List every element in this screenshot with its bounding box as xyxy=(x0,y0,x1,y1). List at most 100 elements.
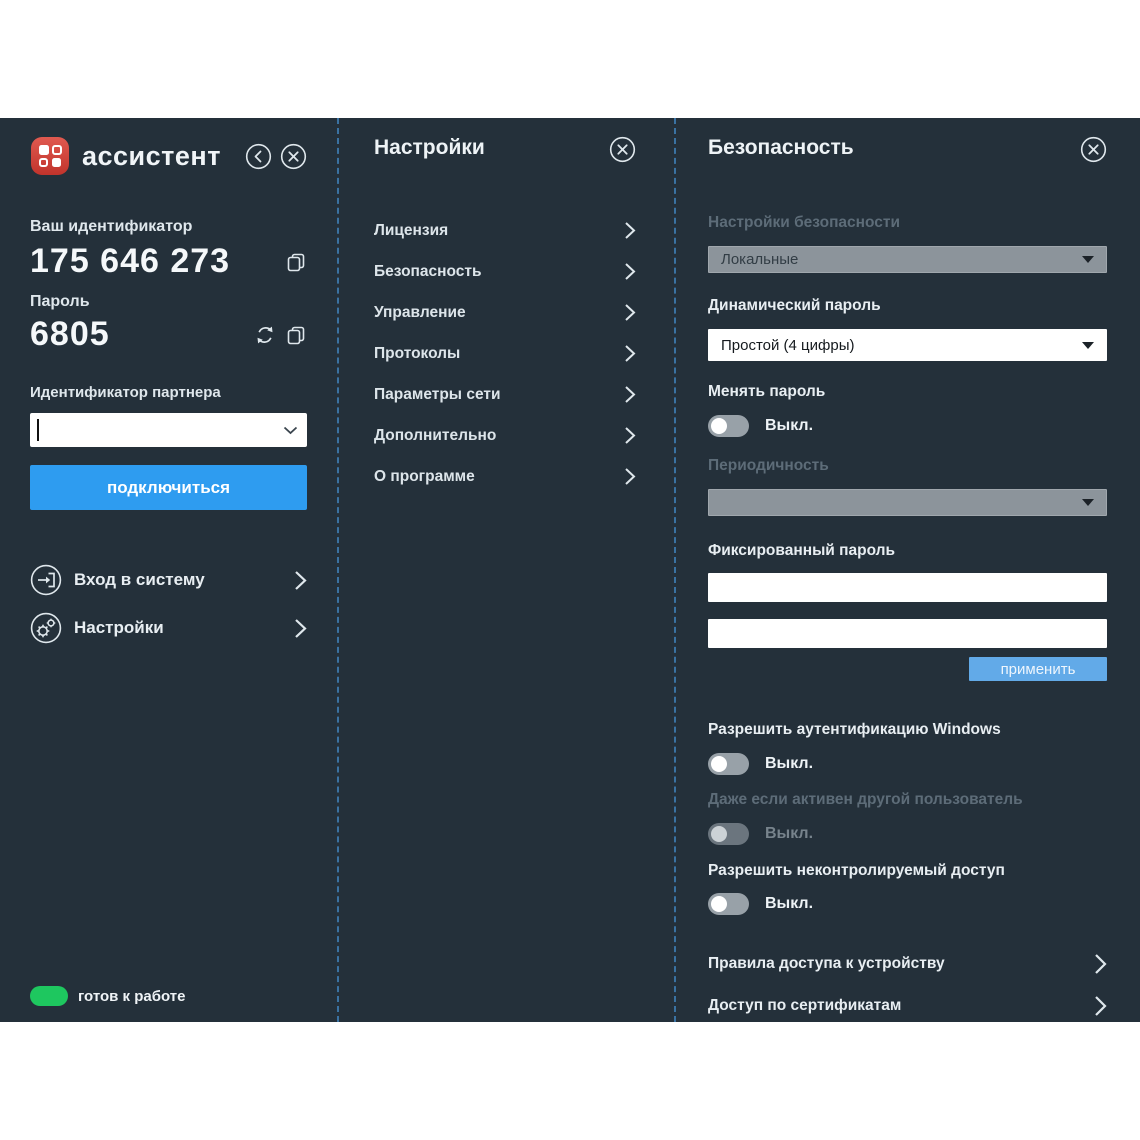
settings-item-label: Управление xyxy=(374,304,466,322)
change-password-label: Менять пароль xyxy=(708,383,1107,401)
password-label: Пароль xyxy=(30,293,307,311)
status-indicator xyxy=(30,986,68,1006)
dynamic-password-value: Простой (4 цифры) xyxy=(721,337,855,354)
security-settings-select[interactable]: Локальные xyxy=(708,246,1107,273)
periodicity-label: Периодичность xyxy=(708,457,1107,475)
text-caret xyxy=(37,419,39,441)
left-panel-header: ассистент xyxy=(30,136,307,176)
settings-item-label: Параметры сети xyxy=(374,386,501,404)
login-menu-label: Вход в систему xyxy=(74,570,205,590)
uncontrolled-access-label: Разрешить неконтролируемый доступ xyxy=(708,862,1107,880)
dropdown-arrow-icon xyxy=(1082,256,1094,263)
password-row: 6805 xyxy=(30,315,307,354)
link-label: Правила доступа к устройству xyxy=(708,955,945,973)
settings-item-about[interactable]: О программе xyxy=(374,456,636,497)
screenshot-canvas: ассистент Ваш идентификатор 175 646 xyxy=(0,0,1140,1140)
settings-item-label: О программе xyxy=(374,468,475,486)
uncontrolled-access-toggle[interactable] xyxy=(708,893,749,915)
settings-item-security[interactable]: Безопасность xyxy=(374,251,636,292)
app-logo-icon xyxy=(30,136,70,176)
brand: ассистент xyxy=(30,136,221,176)
chevron-right-icon xyxy=(624,303,636,322)
device-access-rules-link[interactable]: Правила доступа к устройству xyxy=(708,951,1107,977)
settings-panel: Настройки Лицензия Безопасность Управл xyxy=(337,118,676,1022)
your-id-row: 175 646 273 xyxy=(30,242,307,281)
status-row: готов к работе xyxy=(30,986,185,1006)
login-menu-item[interactable]: Вход в систему xyxy=(30,556,307,604)
change-password-toggle-row: Выкл. xyxy=(708,415,1107,437)
status-text: готов к работе xyxy=(78,988,185,1005)
uncontrolled-access-state: Выкл. xyxy=(765,895,813,913)
settings-item-protocols[interactable]: Протоколы xyxy=(374,333,636,374)
settings-list: Лицензия Безопасность Управление Протоко… xyxy=(374,210,636,497)
chevron-right-icon xyxy=(294,618,307,639)
uncontrolled-access-toggle-row: Выкл. xyxy=(708,893,1107,915)
apply-button[interactable]: применить xyxy=(969,657,1107,681)
even-if-active-toggle[interactable] xyxy=(708,823,749,845)
link-label: Доступ по сертификатам xyxy=(708,997,901,1015)
windows-auth-label: Разрешить аутентификацию Windows xyxy=(708,721,1107,739)
password-copy-icon[interactable] xyxy=(285,324,307,346)
your-id-label: Ваш идентификатор xyxy=(30,218,307,236)
periodicity-select[interactable] xyxy=(708,489,1107,516)
dynamic-password-select[interactable]: Простой (4 цифры) xyxy=(708,329,1107,361)
chevron-right-icon xyxy=(624,385,636,404)
settings-item-label: Безопасность xyxy=(374,263,482,281)
brand-name: ассистент xyxy=(82,141,221,172)
toggle-knob xyxy=(711,418,727,434)
settings-item-additional[interactable]: Дополнительно xyxy=(374,415,636,456)
back-button[interactable] xyxy=(245,143,272,170)
even-if-active-state: Выкл. xyxy=(765,825,813,843)
certificate-access-link[interactable]: Доступ по сертификатам xyxy=(708,993,1107,1019)
chevron-right-icon xyxy=(624,426,636,445)
security-settings-label: Настройки безопасности xyxy=(708,214,1107,232)
settings-item-management[interactable]: Управление xyxy=(374,292,636,333)
fixed-password-label: Фиксированный пароль xyxy=(708,542,1107,560)
left-menu: Вход в систему xyxy=(30,556,307,652)
even-if-active-toggle-row: Выкл. xyxy=(708,823,1107,845)
chevron-right-icon xyxy=(294,570,307,591)
settings-panel-title: Настройки xyxy=(374,136,485,160)
toggle-knob xyxy=(711,896,727,912)
your-id-value: 175 646 273 xyxy=(30,242,230,281)
id-copy-icon[interactable] xyxy=(285,251,307,273)
settings-menu-label: Настройки xyxy=(74,618,164,638)
dynamic-password-label: Динамический пароль xyxy=(708,297,1107,315)
change-password-state: Выкл. xyxy=(765,417,813,435)
connect-button[interactable]: подключиться xyxy=(30,465,307,510)
settings-close-button[interactable] xyxy=(609,136,636,163)
gears-icon xyxy=(30,612,62,644)
toggle-knob xyxy=(711,756,727,772)
security-panel: Безопасность Настройки безопасности Лока… xyxy=(678,118,1140,1022)
connection-panel: ассистент Ваш идентификатор 175 646 xyxy=(0,118,337,1022)
fixed-password-input-2[interactable] xyxy=(708,619,1107,648)
left-panel-close-button[interactable] xyxy=(280,143,307,170)
settings-item-label: Лицензия xyxy=(374,222,448,240)
settings-item-license[interactable]: Лицензия xyxy=(374,210,636,251)
chevron-right-icon xyxy=(624,221,636,240)
chevron-right-icon xyxy=(1094,953,1107,975)
security-settings-value: Локальные xyxy=(721,251,798,268)
password-value: 6805 xyxy=(30,315,110,354)
even-if-active-label: Даже если активен другой пользователь xyxy=(708,791,1107,809)
partner-id-label: Идентификатор партнера xyxy=(30,384,307,401)
security-panel-title: Безопасность xyxy=(708,136,854,160)
fixed-password-input-1[interactable] xyxy=(708,573,1107,602)
login-icon xyxy=(30,564,62,596)
dropdown-arrow-icon xyxy=(1082,499,1094,506)
chevron-right-icon xyxy=(624,344,636,363)
partner-id-input[interactable] xyxy=(30,413,307,447)
partner-id-combobox[interactable] xyxy=(30,413,307,447)
settings-item-network[interactable]: Параметры сети xyxy=(374,374,636,415)
assistant-app-window: ассистент Ваш идентификатор 175 646 xyxy=(0,118,1140,1022)
windows-auth-toggle[interactable] xyxy=(708,753,749,775)
chevron-right-icon xyxy=(624,262,636,281)
change-password-toggle[interactable] xyxy=(708,415,749,437)
password-refresh-icon[interactable] xyxy=(254,324,276,346)
settings-menu-item[interactable]: Настройки xyxy=(30,604,307,652)
settings-item-label: Дополнительно xyxy=(374,427,496,445)
security-close-button[interactable] xyxy=(1080,136,1107,163)
settings-item-label: Протоколы xyxy=(374,345,460,363)
dropdown-arrow-icon xyxy=(1082,342,1094,349)
windows-auth-state: Выкл. xyxy=(765,755,813,773)
